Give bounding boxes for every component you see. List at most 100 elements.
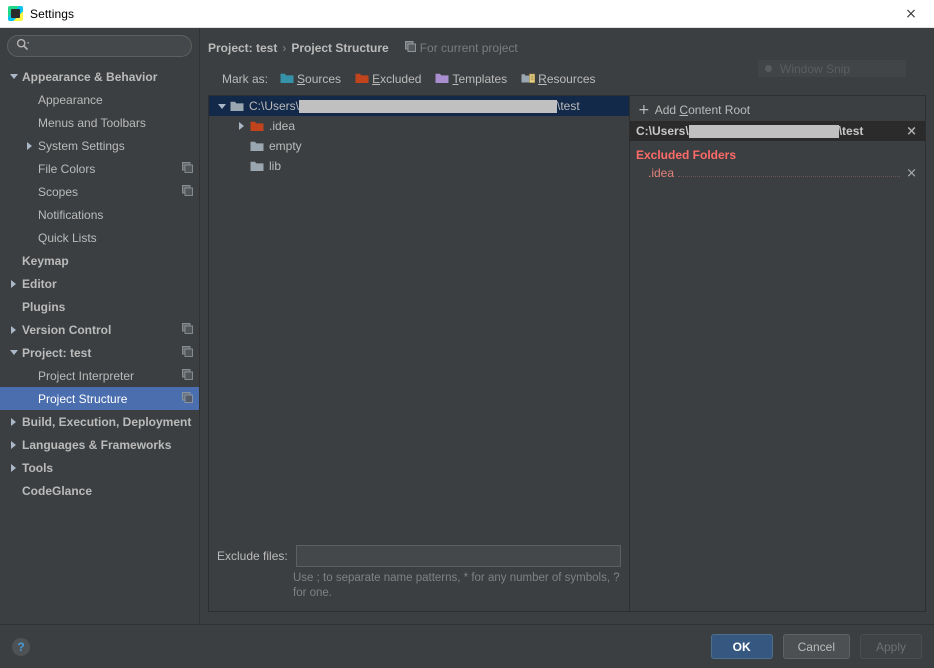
sidebar-item-codeglance[interactable]: CodeGlance: [0, 479, 199, 502]
mark-as-row: Mark as: Sources Excluded Templates Resourc…: [222, 69, 926, 89]
chevron-right-icon[interactable]: [8, 416, 19, 427]
breadcrumb-separator: ›: [282, 41, 287, 55]
mark-as-label: Mark as:: [222, 72, 269, 86]
remove-excluded-folder-icon[interactable]: ×: [904, 167, 919, 180]
chevron-down-icon[interactable]: [8, 71, 19, 82]
folder-icon: [250, 140, 264, 152]
sidebar-item-label: Project Interpreter: [38, 368, 135, 383]
chevron-right-icon[interactable]: [24, 140, 35, 151]
sidebar-item-label: Menus and Toolbars: [38, 115, 146, 130]
path-prefix: C:\Users\: [249, 98, 300, 113]
chevron-right-icon[interactable]: [8, 324, 19, 335]
sidebar-item-scopes[interactable]: Scopes: [0, 180, 199, 203]
exclude-files-area: Exclude files: Use ; to separate name pa…: [209, 545, 629, 611]
mark-as-resources[interactable]: Resources: [521, 72, 596, 87]
remove-content-root-icon[interactable]: ×: [904, 125, 919, 138]
project-scope-badge-icon: [182, 391, 193, 406]
sidebar-item-file-colors[interactable]: File Colors: [0, 157, 199, 180]
sidebar-item-quick-lists[interactable]: Quick Lists: [0, 226, 199, 249]
sidebar-item-plugins[interactable]: Plugins: [0, 295, 199, 318]
folder-resources-icon: [521, 72, 536, 87]
redacted-path-bar: [688, 124, 839, 138]
mark-as-label-text: Excluded: [372, 72, 422, 86]
search-wrapper: [0, 35, 199, 63]
mark-as-sources[interactable]: Sources: [280, 72, 341, 87]
folder-templates-icon: [435, 72, 449, 87]
sidebar-item-label: Scopes: [38, 184, 79, 199]
chevron-right-icon[interactable]: [235, 122, 248, 130]
search-input[interactable]: [29, 39, 188, 53]
path-suffix: \test: [557, 98, 580, 113]
project-scope-icon: [404, 41, 416, 55]
chevron-down-icon[interactable]: [8, 347, 19, 358]
folder-icon: [250, 120, 264, 132]
dialog-footer: ? OK Cancel Apply: [0, 624, 934, 668]
file-tree-row-label: lib: [269, 159, 282, 173]
sidebar-item-label: System Settings: [38, 138, 125, 153]
add-content-root-button[interactable]: + Add Content Root: [630, 99, 925, 121]
file-tree-row-label: .idea: [269, 119, 296, 133]
folder-icon: [250, 160, 264, 172]
settings-content: Project: test › Project Structure For cu…: [200, 28, 934, 624]
close-icon[interactable]: ×: [888, 0, 934, 27]
excluded-folder-name: .idea: [648, 166, 675, 180]
folder-icon: [230, 100, 244, 112]
mark-as-templates[interactable]: Templates: [435, 72, 507, 87]
chevron-right-icon[interactable]: [8, 278, 19, 289]
chevron-right-icon[interactable]: [8, 439, 19, 450]
file-tree-row[interactable]: C:\Users\ \test: [209, 96, 629, 116]
file-tree-row[interactable]: .idea: [209, 116, 629, 136]
redacted-path-bar: [299, 100, 558, 114]
sidebar-item-appearance[interactable]: Appearance: [0, 88, 199, 111]
sidebar-item-keymap[interactable]: Keymap: [0, 249, 199, 272]
sidebar-item-system-settings[interactable]: System Settings: [0, 134, 199, 157]
apply-button: Apply: [860, 634, 922, 659]
cancel-button[interactable]: Cancel: [782, 634, 850, 659]
sidebar-item-label: Version Control: [22, 322, 112, 337]
search-icon: [16, 38, 30, 54]
exclude-files-input[interactable]: [295, 545, 621, 567]
window-title: Settings: [30, 6, 75, 21]
breadcrumb-parent[interactable]: Project: test: [208, 41, 277, 55]
sidebar-item-tools[interactable]: Tools: [0, 456, 199, 479]
content-root-tree-panel: C:\Users\ \test .idea empty lib Exclude file…: [209, 96, 630, 611]
project-scope-label: For current project: [419, 41, 518, 55]
sidebar-item-appearance-behavior[interactable]: Appearance & Behavior: [0, 65, 199, 88]
sidebar-item-notifications[interactable]: Notifications: [0, 203, 199, 226]
title-bar: Settings ×: [0, 0, 934, 28]
sidebar-item-languages-frameworks[interactable]: Languages & Frameworks: [0, 433, 199, 456]
sidebar-item-editor[interactable]: Editor: [0, 272, 199, 295]
content-root-detail-panel: + Add Content Root C:\Users\ \test × Exc…: [630, 96, 925, 611]
sidebar-item-label: Project Structure: [38, 391, 128, 406]
file-tree: C:\Users\ \test .idea empty lib: [209, 96, 629, 176]
file-tree-row[interactable]: empty: [209, 136, 629, 156]
file-tree-row[interactable]: lib: [209, 156, 629, 176]
sidebar-item-project-structure[interactable]: Project Structure: [0, 387, 199, 410]
sidebar-item-build-execution-deployment[interactable]: Build, Execution, Deployment: [0, 410, 199, 433]
pycharm-app-icon: [8, 6, 23, 21]
project-scope-badge-icon: [182, 322, 193, 337]
project-scope-badge-icon: [182, 184, 193, 199]
excluded-folder-item[interactable]: .idea ×: [630, 164, 925, 182]
sidebar-item-label: Notifications: [38, 207, 104, 222]
exclude-files-row: Exclude files:: [217, 545, 621, 567]
mark-as-excluded[interactable]: Excluded: [355, 72, 421, 87]
search-box[interactable]: [7, 35, 192, 57]
sidebar-item-project-test[interactable]: Project: test: [0, 341, 199, 364]
sidebar-item-label: Appearance: [38, 92, 103, 107]
content-root-path-suffix: \test: [838, 124, 864, 138]
ok-button[interactable]: OK: [710, 634, 773, 659]
sidebar-item-label: File Colors: [38, 161, 96, 176]
dotted-leader: [678, 167, 901, 177]
help-icon[interactable]: ?: [12, 637, 30, 656]
add-content-root-label: Add Content Root: [654, 103, 751, 117]
project-structure-panels: C:\Users\ \test .idea empty lib Exclude file…: [208, 95, 926, 612]
sidebar-item-menus-and-toolbars[interactable]: Menus and Toolbars: [0, 111, 199, 134]
settings-category-list: Appearance & Behavior Appearance Menus and…: [0, 63, 199, 624]
plus-icon: +: [638, 102, 650, 118]
sidebar-item-version-control[interactable]: Version Control: [0, 318, 199, 341]
chevron-down-icon[interactable]: [215, 104, 228, 109]
content-root-path-row[interactable]: C:\Users\ \test ×: [630, 121, 925, 141]
sidebar-item-project-interpreter[interactable]: Project Interpreter: [0, 364, 199, 387]
chevron-right-icon[interactable]: [8, 462, 19, 473]
